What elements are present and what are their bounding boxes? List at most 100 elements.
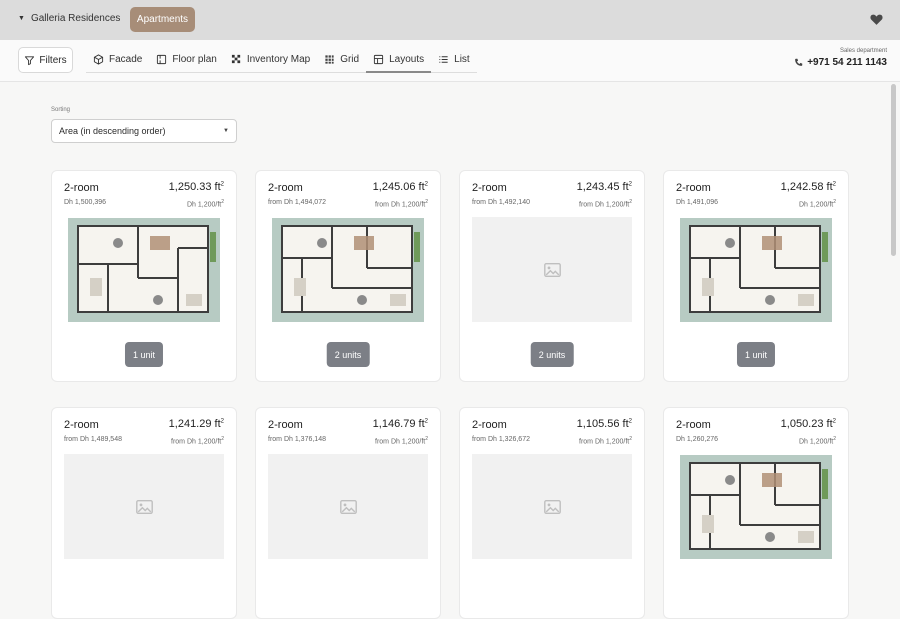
units-button[interactable]: 2 units	[326, 342, 370, 367]
card-rooms: 2-room	[472, 419, 507, 431]
card-rooms: 2-room	[268, 419, 303, 431]
scrollbar[interactable]	[891, 84, 896, 256]
floor-plan-image	[680, 454, 832, 559]
tab-label: Facade	[109, 54, 143, 65]
card-area: 1,241.29 ft2	[168, 418, 224, 430]
floor-plan-image	[272, 217, 424, 322]
sales-phone[interactable]: +971 54 211 1143	[794, 57, 887, 68]
tab-grid[interactable]: Grid	[317, 47, 367, 73]
card-price: from Dh 1,492,140	[472, 199, 530, 206]
card-price: from Dh 1,376,148	[268, 436, 326, 443]
units-button[interactable]: 2 units	[530, 342, 574, 367]
heart-icon[interactable]	[870, 13, 883, 26]
card-image	[676, 217, 836, 322]
card-area: 1,050.23 ft2	[780, 418, 836, 430]
card-price-per-sqft: from Dh 1,200/ft2	[171, 436, 224, 446]
project-name: Galleria Residences	[30, 13, 121, 24]
layout-card[interactable]: 2-room 1,243.45 ft2 from Dh 1,492,140 fr…	[459, 170, 645, 382]
filters-button[interactable]: Filters	[18, 47, 73, 73]
tab-layouts[interactable]: Layouts	[366, 47, 432, 73]
sorting-value: Area (in descending order)	[59, 126, 166, 136]
project-selector[interactable]: ▼ Galleria Residences	[18, 13, 120, 24]
card-rooms: 2-room	[676, 419, 711, 431]
tab-inventory-map[interactable]: Inventory Map	[223, 47, 318, 73]
tab-label: Inventory Map	[246, 54, 311, 65]
card-image	[472, 454, 632, 559]
tab-label: Layouts	[389, 53, 425, 65]
card-price: Dh 1,260,276	[676, 436, 719, 443]
card-price-per-sqft: from Dh 1,200/ft2	[579, 199, 632, 209]
sorting-select[interactable]: Area (in descending order) ▼	[51, 119, 237, 143]
view-tabs: Facade Floor plan Inventory Map Grid Lay…	[86, 47, 477, 73]
card-area: 1,146.79 ft2	[372, 418, 428, 430]
layout-card[interactable]: 2-room 1,245.06 ft2 from Dh 1,494,072 fr…	[255, 170, 441, 382]
floor-plan-icon	[157, 54, 167, 65]
floor-plan-image	[68, 217, 220, 322]
units-button[interactable]: 1 unit	[736, 342, 776, 367]
card-price: Dh 1,491,096	[676, 199, 719, 206]
image-placeholder-icon	[339, 499, 357, 514]
card-rooms: 2-room	[676, 182, 711, 194]
card-rooms: 2-room	[64, 182, 99, 194]
sales-phone-number: +971 54 211 1143	[807, 57, 887, 68]
tab-label: Floor plan	[172, 54, 217, 65]
card-image	[64, 454, 224, 559]
layout-card[interactable]: 2-room 1,050.23 ft2 Dh 1,260,276 Dh 1,20…	[663, 407, 849, 619]
units-button[interactable]: 1 unit	[124, 342, 164, 367]
inventory-map-icon	[231, 54, 240, 64]
card-price: Dh 1,500,396	[64, 199, 107, 206]
card-rooms: 2-room	[64, 419, 99, 431]
card-image	[472, 217, 632, 322]
layouts-icon	[374, 54, 384, 64]
layout-card[interactable]: 2-room 1,242.58 ft2 Dh 1,491,096 Dh 1,20…	[663, 170, 849, 382]
tab-list[interactable]: List	[431, 47, 477, 73]
image-placeholder-icon	[543, 262, 561, 277]
filter-icon	[25, 55, 35, 65]
view-toolbar: Filters Facade Floor plan Inventory Map …	[0, 40, 900, 82]
card-price-per-sqft: Dh 1,200/ft2	[186, 199, 224, 209]
image-placeholder-icon	[543, 499, 561, 514]
grid-icon	[325, 55, 334, 64]
tab-label: List	[454, 54, 470, 65]
card-price: from Dh 1,326,672	[472, 436, 530, 443]
card-price-per-sqft: Dh 1,200/ft2	[798, 436, 836, 446]
card-area: 1,243.45 ft2	[576, 181, 632, 193]
card-price-per-sqft: from Dh 1,200/ft2	[375, 436, 428, 446]
card-area: 1,250.33 ft2	[168, 181, 224, 193]
tab-floor-plan[interactable]: Floor plan	[149, 47, 224, 73]
card-price: from Dh 1,489,548	[64, 436, 122, 443]
top-bar: ▼ Galleria Residences Apartments	[0, 0, 900, 40]
card-rooms: 2-room	[268, 182, 303, 194]
card-price-per-sqft: Dh 1,200/ft2	[798, 199, 836, 209]
card-image	[64, 217, 224, 322]
card-price-per-sqft: from Dh 1,200/ft2	[579, 436, 632, 446]
floor-plan-image	[680, 217, 832, 322]
sales-label: Sales department	[839, 48, 887, 54]
card-area: 1,105.56 ft2	[576, 418, 632, 430]
card-area: 1,242.58 ft2	[780, 181, 836, 193]
phone-icon	[795, 58, 803, 66]
apartments-button[interactable]: Apartments	[130, 7, 195, 32]
cube-icon	[93, 54, 104, 65]
layout-card[interactable]: 2-room 1,146.79 ft2 from Dh 1,376,148 fr…	[255, 407, 441, 619]
card-image	[268, 454, 428, 559]
layout-card[interactable]: 2-room 1,105.56 ft2 from Dh 1,326,672 fr…	[459, 407, 645, 619]
card-area: 1,245.06 ft2	[372, 181, 428, 193]
list-icon	[439, 56, 448, 63]
layout-cards: 2-room 1,250.33 ft2 Dh 1,500,396 Dh 1,20…	[51, 170, 850, 619]
chevron-down-icon: ▼	[223, 128, 229, 134]
card-price: from Dh 1,494,072	[268, 199, 326, 206]
tab-facade[interactable]: Facade	[86, 47, 150, 73]
card-image	[268, 217, 428, 322]
filters-label: Filters	[39, 54, 67, 66]
card-price-per-sqft: from Dh 1,200/ft2	[375, 199, 428, 209]
sales-contact: Sales department +971 54 211 1143	[794, 48, 887, 68]
card-image	[676, 454, 836, 559]
tab-label: Grid	[340, 54, 360, 65]
layout-card[interactable]: 2-room 1,250.33 ft2 Dh 1,500,396 Dh 1,20…	[51, 170, 237, 382]
sorting-label: Sorting	[51, 107, 71, 113]
caret-down-icon: ▼	[18, 15, 25, 22]
image-placeholder-icon	[135, 499, 153, 514]
card-rooms: 2-room	[472, 182, 507, 194]
layout-card[interactable]: 2-room 1,241.29 ft2 from Dh 1,489,548 fr…	[51, 407, 237, 619]
